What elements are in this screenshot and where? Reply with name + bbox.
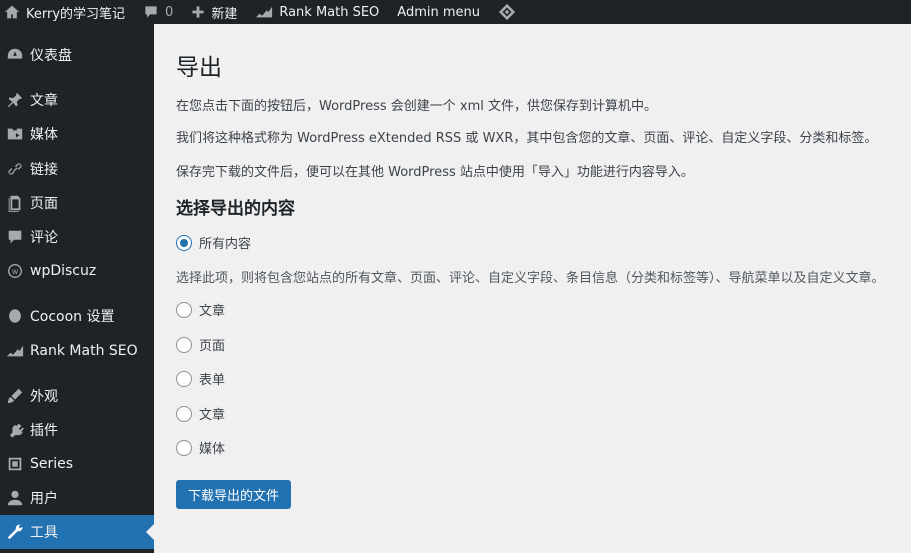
sidebar-item-link[interactable]: 链接: [0, 152, 154, 186]
link-icon: [0, 160, 30, 178]
cocoon-icon: [0, 307, 30, 325]
sidebar-item-plugin[interactable]: 插件: [0, 413, 154, 447]
radio-option[interactable]: 媒体: [176, 438, 225, 457]
sidebar-item-page[interactable]: 页面: [0, 186, 154, 220]
svg-text:w: w: [11, 267, 18, 276]
sidebar-item-label: 仪表盘: [30, 48, 72, 64]
rank-math-icon: [256, 6, 273, 18]
sidebar-item-label: wpDiscuz: [30, 263, 97, 279]
sidebar-item-appearance[interactable]: 外观: [0, 379, 154, 413]
sidebar-item-label: 页面: [30, 196, 58, 212]
pin-icon: [0, 91, 30, 109]
radio-button[interactable]: [176, 405, 192, 422]
diamond-plugin-link[interactable]: [489, 0, 531, 24]
comments-count: 0: [165, 4, 174, 20]
new-content-label: 新建: [211, 6, 238, 22]
section-title: 选择导出的内容: [176, 199, 295, 219]
comment-bubble-icon: [145, 6, 157, 18]
new-content-link[interactable]: 新建: [182, 0, 246, 24]
dashboard-icon: [0, 46, 30, 64]
page-icon: [0, 194, 30, 212]
page-title: 导出: [176, 55, 222, 81]
radio-option-label: 表单: [199, 373, 226, 388]
radio-button[interactable]: [176, 439, 192, 456]
radio-option-label: 文章: [199, 304, 226, 319]
admin-menu-link[interactable]: Admin menu: [388, 0, 489, 24]
admin-menu-label: Admin menu: [397, 4, 481, 20]
site-name-label: Kerry的学习笔记: [26, 6, 126, 22]
series-icon: [0, 455, 30, 473]
radio-option-label: 页面: [199, 339, 226, 354]
sidebar-item-label: 工具: [30, 525, 58, 541]
intro-paragraph-3: 保存完下载的文件后，便可以在其他 WordPress 站点中使用「导入」功能进行…: [176, 165, 694, 180]
all-content-description: 选择此项，则将包含您站点的所有文章、页面、评论、自定义字段、条目信息（分类和标签…: [176, 271, 885, 286]
appearance-icon: [0, 387, 30, 405]
radio-option[interactable]: 文章: [176, 300, 225, 319]
site-name-link[interactable]: Kerry的学习笔记: [0, 0, 134, 24]
admin-bar: Kerry的学习笔记 0 新建 Rank Math SEO Admin menu: [0, 0, 911, 24]
sidebar-item-comment[interactable]: 评论: [0, 220, 154, 254]
wpdiscuz-icon: w: [0, 262, 30, 280]
sidebar-item-label: 评论: [30, 230, 58, 246]
rank-math-label: Rank Math SEO: [279, 4, 380, 20]
radio-option[interactable]: 文章: [176, 404, 225, 423]
radio-option-label: 媒体: [199, 442, 226, 457]
radio-button-checked[interactable]: [176, 234, 192, 251]
main-content: 导出 在您点击下面的按钮后，WordPress 会创建一个 xml 文件，供您保…: [154, 24, 911, 553]
comment-icon: [0, 228, 30, 246]
plugin-icon: [0, 421, 30, 439]
sidebar-item-cocoon[interactable]: Cocoon 设置: [0, 299, 154, 333]
sidebar-item-label: Cocoon 设置: [30, 309, 115, 325]
radio-button[interactable]: [176, 370, 192, 387]
download-export-button[interactable]: 下载导出的文件: [176, 480, 292, 509]
admin-sidebar: 仪表盘文章媒体链接页面评论 w wpDiscuz Cocoon 设置 Rank Math…: [0, 24, 154, 553]
sidebar-item-media[interactable]: 媒体: [0, 117, 154, 151]
media-icon: [0, 125, 30, 143]
sidebar-item-label: 媒体: [30, 127, 58, 143]
sidebar-item-label: Rank Math SEO: [30, 343, 138, 359]
sidebar-item-label: 链接: [30, 162, 58, 178]
intro-paragraph-1: 在您点击下面的按钮后，WordPress 会创建一个 xml 文件，供您保存到计…: [176, 99, 657, 114]
sidebar-item-dashboard[interactable]: 仪表盘: [0, 38, 154, 72]
comments-link[interactable]: 0: [134, 0, 182, 24]
tools-icon: [0, 523, 30, 541]
sidebar-item-pin[interactable]: 文章: [0, 83, 154, 117]
radio-option-label: 文章: [199, 408, 226, 423]
sidebar-item-label: Series: [30, 456, 74, 472]
radio-option[interactable]: 页面: [176, 335, 225, 354]
sidebar-item-series[interactable]: Series: [0, 447, 154, 481]
sidebar-item-label: 外观: [30, 389, 58, 405]
user-icon: [0, 489, 30, 507]
radio-option[interactable]: 表单: [176, 369, 225, 388]
sidebar-item-label: 插件: [30, 423, 58, 439]
sidebar-item-label: 用户: [30, 491, 58, 507]
sidebar-item-tools[interactable]: 工具: [0, 515, 154, 549]
intro-paragraph-2: 我们将这种格式称为 WordPress eXtended RSS 或 WXR，其…: [176, 131, 878, 146]
sidebar-item-wpdiscuz[interactable]: w wpDiscuz: [0, 254, 154, 288]
radio-all-content-label: 所有内容: [199, 237, 252, 252]
plus-icon: [192, 6, 204, 18]
sidebar-item-rank-math[interactable]: Rank Math SEO: [0, 334, 154, 368]
radio-all-content[interactable]: 所有内容: [176, 233, 251, 252]
sidebar-item-label: 文章: [30, 93, 58, 109]
radio-button[interactable]: [176, 301, 192, 318]
rank-math-link[interactable]: Rank Math SEO: [246, 0, 388, 24]
sidebar-item-user[interactable]: 用户: [0, 481, 154, 515]
rank-math-icon: [0, 342, 30, 360]
radio-button[interactable]: [176, 336, 192, 353]
home-icon: [4, 5, 20, 19]
diamond-icon: [498, 3, 516, 21]
